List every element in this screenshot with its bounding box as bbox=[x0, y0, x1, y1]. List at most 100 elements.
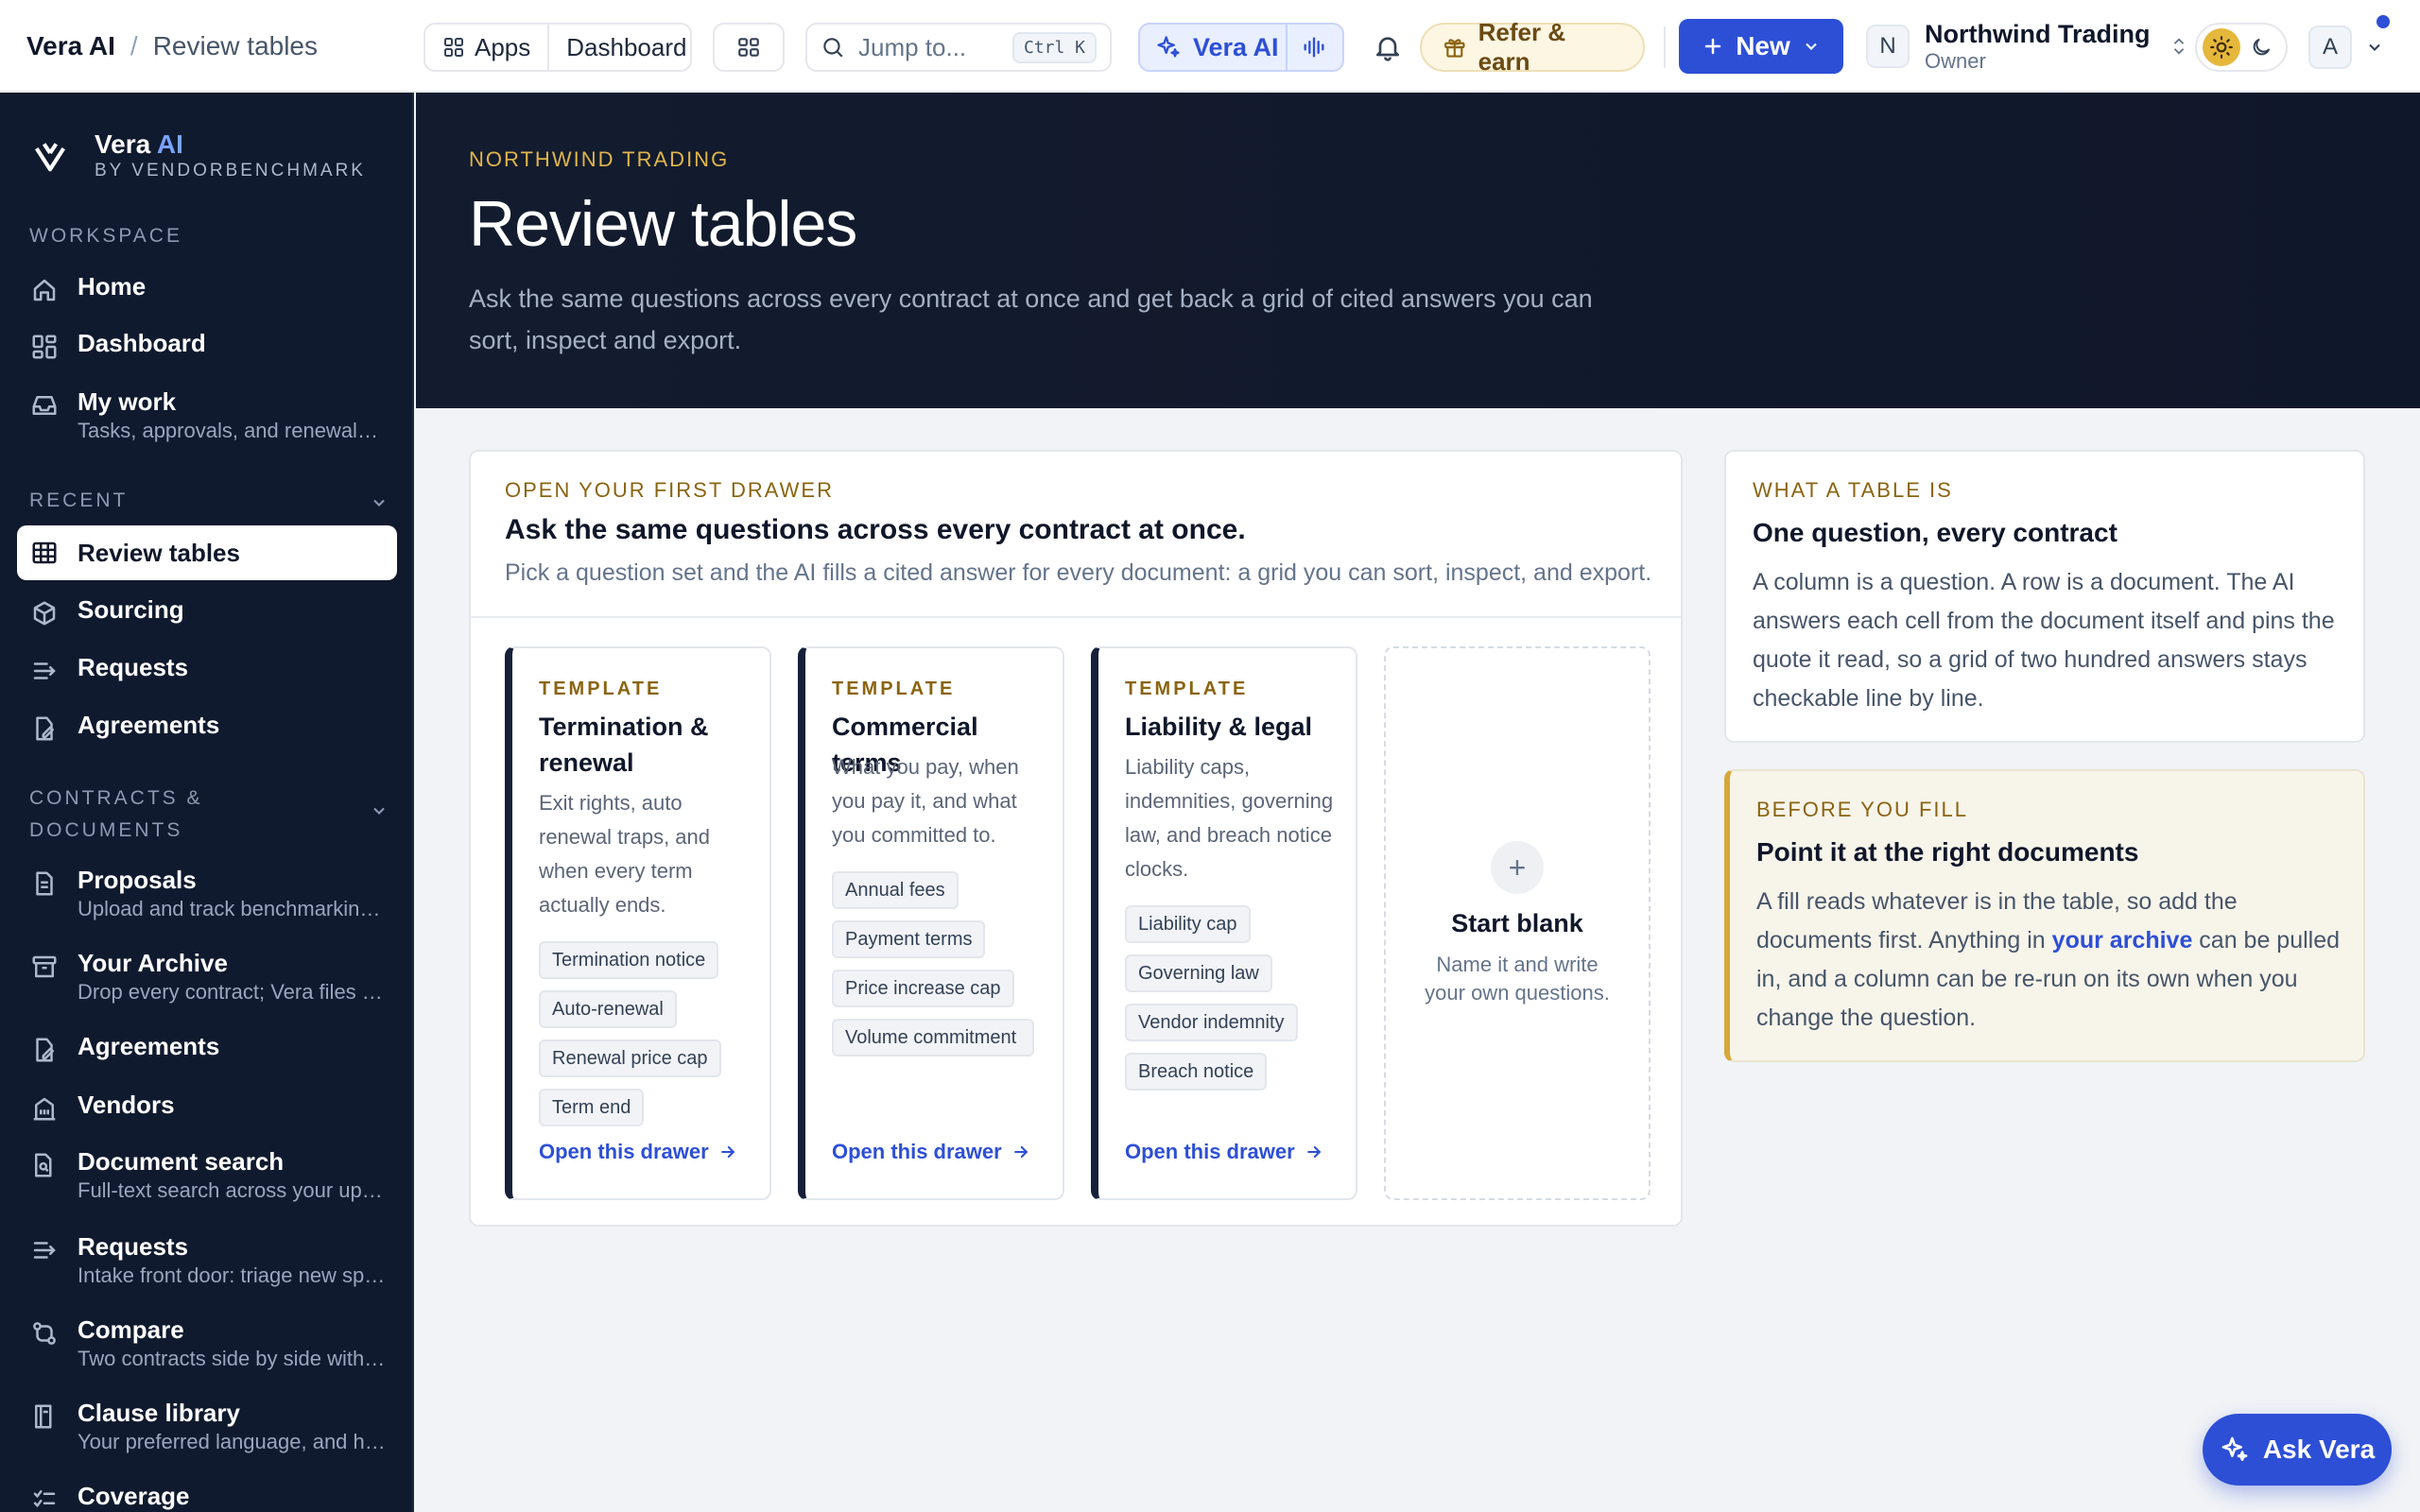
start-blank-card[interactable]: + Start blank Name it and write your own… bbox=[1384, 646, 1651, 1200]
chevron-down-icon bbox=[2369, 43, 2380, 51]
template-description: Liability caps, indemnities, governing l… bbox=[1125, 755, 1334, 881]
sidebar-item-requests-2[interactable]: Requests Intake front door: triage new s… bbox=[17, 1232, 397, 1288]
archive-icon bbox=[32, 955, 57, 978]
sidebar-item-review-tables[interactable]: Review tables bbox=[17, 525, 397, 580]
card-eyebrow: BEFORE YOU FILL bbox=[1756, 798, 1968, 821]
open-drawer-link[interactable]: Open this drawer bbox=[832, 1140, 1030, 1164]
ask-vera-button[interactable]: Ask Vera bbox=[2203, 1414, 2392, 1486]
waveform-icon bbox=[1304, 37, 1324, 58]
sidebar-item-label: Sourcing bbox=[78, 595, 184, 624]
sidebar-item-coverage[interactable]: Coverage bbox=[17, 1482, 397, 1512]
template-tag: Auto-renewal bbox=[539, 990, 677, 1028]
template-eyebrow: TEMPLATE bbox=[1125, 679, 1249, 699]
sidebar-item-proposals[interactable]: Proposals Upload and track benchmarking … bbox=[17, 866, 397, 921]
sidebar-item-agreements[interactable]: Agreements bbox=[17, 711, 397, 743]
open-drawer-link[interactable]: Open this drawer bbox=[539, 1140, 737, 1164]
theme-toggle[interactable] bbox=[2195, 23, 2288, 72]
card-eyebrow: WHAT A TABLE IS bbox=[1753, 478, 1953, 502]
notifications-button[interactable] bbox=[1367, 26, 1409, 68]
sidebar-item-requests[interactable]: Requests bbox=[17, 653, 397, 685]
open-drawer-link[interactable]: Open this drawer bbox=[1125, 1140, 1323, 1164]
layout-grid-button[interactable] bbox=[713, 23, 785, 72]
template-card-commercial-terms[interactable]: TEMPLATE Commercial terms What you pay, … bbox=[798, 646, 1064, 1200]
before-you-fill-card: BEFORE YOU FILL Point it at the right do… bbox=[1724, 769, 2365, 1062]
sidebar-item-label: Home bbox=[78, 272, 147, 301]
arrow-right-icon bbox=[1013, 1145, 1028, 1159]
sidebar-item-home[interactable]: Home bbox=[17, 272, 397, 304]
card-subtitle: Pick a question set and the AI fills a c… bbox=[505, 559, 1652, 586]
dark-theme-button[interactable] bbox=[2242, 28, 2280, 66]
breadcrumb-app[interactable]: Vera AI bbox=[26, 31, 115, 61]
sidebar-item-agreements-2[interactable]: Agreements bbox=[17, 1032, 397, 1064]
template-tag: Annual fees bbox=[832, 871, 959, 909]
org-avatar: N bbox=[1866, 25, 1910, 68]
sidebar-item-document-search[interactable]: Document search Full-text search across … bbox=[17, 1147, 397, 1203]
notification-dot bbox=[2377, 15, 2390, 28]
search-input[interactable]: Jump to... Ctrl K bbox=[805, 23, 1112, 72]
hero-eyebrow: NORTHWIND TRADING bbox=[469, 147, 730, 171]
sidebar-item-compare[interactable]: Compare Two contracts side by side with … bbox=[17, 1315, 397, 1371]
new-button[interactable]: New bbox=[1679, 19, 1843, 74]
breadcrumb-separator: / bbox=[130, 31, 138, 60]
light-theme-button[interactable] bbox=[2203, 28, 2240, 66]
voice-button[interactable] bbox=[1286, 25, 1327, 70]
requests-icon bbox=[33, 1242, 56, 1259]
archive-link[interactable]: your archive bbox=[2052, 927, 2193, 954]
apps-grid-icon bbox=[444, 38, 463, 57]
refer-earn-button[interactable]: Refer & earn bbox=[1420, 18, 1645, 76]
moon-icon bbox=[2253, 39, 2270, 56]
sidebar-item-description: Upload and track benchmarking proposals bbox=[78, 897, 384, 920]
ask-vera-label: Ask Vera bbox=[2262, 1435, 2376, 1464]
sidebar-item-label: Document search bbox=[78, 1147, 285, 1176]
agreement-icon bbox=[36, 1038, 54, 1062]
book-icon bbox=[35, 1404, 52, 1429]
contracts-section-label[interactable]: CONTRACTS & DOCUMENTS bbox=[29, 782, 389, 847]
card-body: A column is a question. A row is a docum… bbox=[1753, 569, 2335, 712]
sort-icon bbox=[2174, 38, 2185, 55]
template-card-termination-renewal[interactable]: TEMPLATE Termination & renewal Exit righ… bbox=[505, 646, 771, 1200]
user-avatar: A bbox=[2308, 26, 2352, 69]
document-search-icon bbox=[35, 1153, 52, 1177]
sidebar-item-clause-library[interactable]: Clause library Your preferred language, … bbox=[17, 1399, 397, 1454]
sidebar-item-label: Vendors bbox=[78, 1091, 175, 1119]
sparkle-icon bbox=[1157, 36, 1180, 58]
template-tag: Liability cap bbox=[1125, 905, 1251, 943]
sidebar-item-your-archive[interactable]: Your Archive Drop every contract; Vera f… bbox=[17, 949, 397, 1005]
vera-ai-button[interactable]: Vera AI bbox=[1138, 23, 1344, 72]
user-menu[interactable]: A bbox=[2308, 23, 2384, 72]
sidebar-item-vendors[interactable]: Vendors bbox=[17, 1091, 397, 1123]
sidebar-item-label: Agreements bbox=[78, 711, 220, 739]
card-divider bbox=[471, 616, 1681, 618]
card-eyebrow: OPEN YOUR FIRST DRAWER bbox=[505, 478, 834, 502]
page-description: Ask the same questions across every cont… bbox=[469, 284, 1593, 354]
vera-ai-label: Vera AI bbox=[1193, 32, 1279, 61]
sidebar-item-dashboard[interactable]: Dashboard bbox=[17, 329, 397, 361]
template-tag: Vendor indemnity bbox=[1125, 1004, 1298, 1041]
sidebar-item-description: Full-text search across your uploaded do… bbox=[78, 1178, 384, 1202]
template-tags: Annual fees Payment terms Price increase… bbox=[832, 871, 1059, 1057]
new-label: New bbox=[1736, 31, 1790, 60]
sidebar-item-label: Coverage bbox=[78, 1482, 190, 1510]
sidebar-item-label: Compare bbox=[78, 1315, 184, 1344]
workspace-section-label: WORKSPACE bbox=[29, 225, 182, 247]
apps-button[interactable]: Apps bbox=[425, 25, 547, 70]
template-description: Exit rights, auto renewal traps, and whe… bbox=[539, 791, 710, 917]
recent-section-label[interactable]: RECENT bbox=[29, 490, 389, 512]
chevron-down-icon bbox=[373, 499, 385, 507]
sidebar-item-label: Requests bbox=[78, 1232, 189, 1261]
sidebar-item-sourcing[interactable]: Sourcing bbox=[17, 595, 397, 627]
gift-icon bbox=[1444, 39, 1465, 58]
document-icon bbox=[36, 871, 53, 896]
template-card-liability-legal[interactable]: TEMPLATE Liability & legal Liability cap… bbox=[1091, 646, 1357, 1200]
card-body: A fill reads whatever is in the table, s… bbox=[1756, 888, 2341, 1031]
card-title: Point it at the right documents bbox=[1756, 837, 2139, 867]
first-drawer-card: OPEN YOUR FIRST DRAWER Ask the same ques… bbox=[469, 450, 1683, 1227]
card-title: Ask the same questions across every cont… bbox=[505, 514, 1246, 545]
requests-icon bbox=[33, 662, 56, 679]
dashboard-button[interactable]: Dashboard bbox=[547, 25, 703, 70]
sidebar-item-my-work[interactable]: My work Tasks, approvals, and renewals w… bbox=[17, 387, 397, 443]
template-tag: Governing law bbox=[1125, 954, 1272, 992]
brand[interactable]: Vera AI BY VENDORBENCHMARK bbox=[32, 129, 366, 181]
organization-switcher[interactable]: N Northwind Trading Owner bbox=[1866, 15, 2189, 77]
template-tag: Termination notice bbox=[539, 941, 719, 979]
